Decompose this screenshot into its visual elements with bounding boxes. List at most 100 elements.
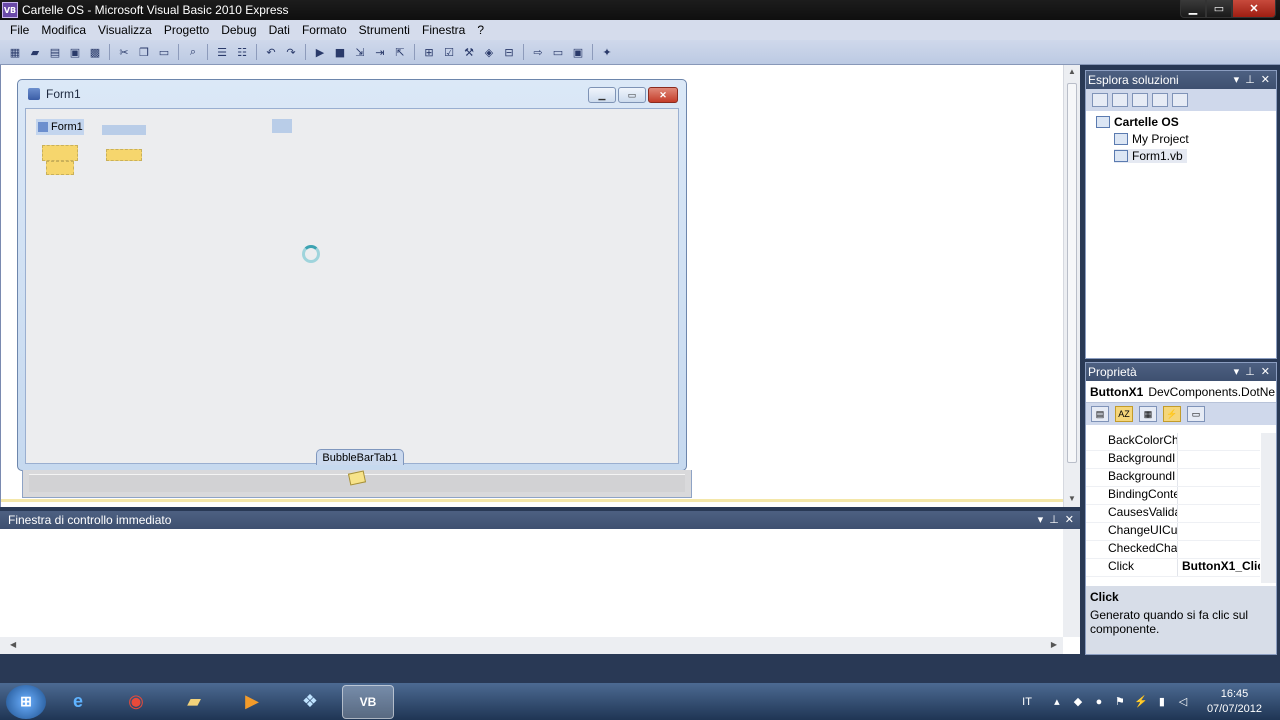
pin-icon[interactable]: ⊥ — [1245, 365, 1255, 378]
scrollbar-thumb[interactable] — [1067, 83, 1077, 463]
chrome-icon[interactable]: ◉ — [110, 685, 162, 719]
view-code-icon[interactable] — [1152, 93, 1168, 107]
close-icon[interactable]: ✕ — [1065, 513, 1074, 526]
error-list-icon[interactable]: ⊟ — [500, 43, 518, 61]
alphabetical-icon[interactable]: AZ — [1115, 406, 1133, 422]
volume-icon[interactable]: ◁ — [1176, 695, 1190, 709]
close-icon[interactable]: ✕ — [1261, 365, 1270, 378]
signal-icon[interactable]: ▮ — [1155, 695, 1169, 709]
close-button[interactable]: ✕ — [1232, 0, 1276, 18]
scroll-down-icon[interactable]: ▼ — [1068, 494, 1076, 503]
add-item-icon[interactable]: ▤ — [46, 43, 64, 61]
cut-icon[interactable]: ✂ — [115, 43, 133, 61]
property-value[interactable]: ButtonX1_Click — [1178, 559, 1260, 576]
designer-scrollbar[interactable]: ▲ ▼ — [1063, 65, 1080, 507]
bubble-button[interactable] — [106, 149, 142, 161]
bubble-button[interactable] — [42, 145, 78, 161]
tray-app-icon[interactable]: ● — [1092, 695, 1106, 709]
scroll-up-icon[interactable]: ▲ — [1068, 67, 1076, 76]
step-into-icon[interactable]: ⇲ — [351, 43, 369, 61]
refresh-icon[interactable] — [1132, 93, 1148, 107]
property-value[interactable] — [1178, 523, 1260, 540]
form-close-button[interactable]: ✕ — [648, 87, 678, 103]
immediate-hscroll[interactable]: ◀ ▶ — [0, 637, 1063, 654]
property-value[interactable] — [1178, 433, 1260, 450]
menu-modifica[interactable]: Modifica — [35, 23, 92, 37]
menu-help[interactable]: ? — [471, 23, 490, 37]
menu-file[interactable]: File — [4, 23, 35, 37]
menu-progetto[interactable]: Progetto — [158, 23, 215, 37]
menu-dati[interactable]: Dati — [263, 23, 296, 37]
immediate-icon[interactable]: ⇨ — [529, 43, 547, 61]
property-value[interactable] — [1178, 487, 1260, 504]
form1-component[interactable]: Form1 — [36, 119, 84, 135]
internet-explorer-icon[interactable]: e — [52, 685, 104, 719]
tray-app-icon[interactable]: ◆ — [1071, 695, 1085, 709]
stop-icon[interactable]: ■ — [331, 43, 349, 61]
step-over-icon[interactable]: ⇥ — [371, 43, 389, 61]
output-icon[interactable]: ▭ — [549, 43, 567, 61]
visual-basic-icon[interactable]: VB — [342, 684, 394, 719]
property-row[interactable]: BindingConte — [1086, 487, 1260, 505]
tree-item-form1[interactable]: Form1.vb — [1114, 149, 1187, 163]
events-icon[interactable]: ⚡ — [1163, 406, 1181, 422]
form-maximize-button[interactable]: ▭ — [618, 87, 646, 103]
property-row[interactable]: BackgroundI — [1086, 469, 1260, 487]
menu-strumenti[interactable]: Strumenti — [353, 23, 416, 37]
object-browser-icon[interactable]: ◈ — [480, 43, 498, 61]
breakpoint-icon[interactable]: ✦ — [598, 43, 616, 61]
immediate-vscroll[interactable] — [1063, 529, 1080, 637]
properties-icon[interactable]: ☑ — [440, 43, 458, 61]
undo-icon[interactable]: ↶ — [262, 43, 280, 61]
tray-flag-icon[interactable]: ⚑ — [1113, 695, 1127, 709]
start-debug-icon[interactable]: ▶ — [311, 43, 329, 61]
dropdown-icon[interactable]: ▾ — [1234, 73, 1240, 86]
language-indicator[interactable]: IT — [1022, 696, 1032, 708]
show-all-files-icon[interactable] — [1112, 93, 1128, 107]
command-icon[interactable]: ▣ — [569, 43, 587, 61]
open-icon[interactable]: ▰ — [26, 43, 44, 61]
properties-icon[interactable] — [1092, 93, 1108, 107]
form1-window[interactable]: Form1 ▁ ▭ ✕ Form1 BubbleBarTab1 — [17, 79, 687, 471]
toolbox-icon[interactable]: ⚒ — [460, 43, 478, 61]
bubble-bar-tab[interactable]: BubbleBarTab1 — [316, 449, 404, 465]
solution-explorer-icon[interactable]: ⊞ — [420, 43, 438, 61]
form1-client-area[interactable]: Form1 BubbleBarTab1 — [25, 108, 679, 465]
categorized-icon[interactable]: ▤ — [1091, 406, 1109, 422]
control-placeholder[interactable] — [272, 119, 292, 133]
immediate-window-body[interactable]: ◀ ▶ — [0, 529, 1080, 654]
control-placeholder[interactable] — [102, 125, 146, 135]
copy-icon[interactable]: ❐ — [135, 43, 153, 61]
menu-debug[interactable]: Debug — [215, 23, 262, 37]
property-row[interactable]: ChangeUICu — [1086, 523, 1260, 541]
property-value[interactable] — [1178, 505, 1260, 522]
save-icon[interactable]: ▣ — [66, 43, 84, 61]
pin-icon[interactable]: ⊥ — [1049, 513, 1059, 526]
menu-finestra[interactable]: Finestra — [416, 23, 471, 37]
properties-view-icon[interactable]: ▦ — [1139, 406, 1157, 422]
menu-formato[interactable]: Formato — [296, 23, 353, 37]
property-row[interactable]: ClickButtonX1_Click — [1086, 559, 1260, 577]
explorer-icon[interactable]: ▰ — [168, 685, 220, 719]
dropdown-icon[interactable]: ▾ — [1038, 513, 1044, 526]
property-grid-scrollbar[interactable] — [1261, 433, 1276, 583]
maximize-button[interactable]: ▭ — [1206, 0, 1232, 18]
save-all-icon[interactable]: ▩ — [86, 43, 104, 61]
find-icon[interactable]: ⌕ — [184, 43, 202, 61]
property-row[interactable]: CheckedChar — [1086, 541, 1260, 559]
outdent-icon[interactable]: ☷ — [233, 43, 251, 61]
bubble-bar[interactable] — [22, 470, 692, 498]
step-out-icon[interactable]: ⇱ — [391, 43, 409, 61]
property-pages-icon[interactable]: ▭ — [1187, 406, 1205, 422]
close-icon[interactable]: ✕ — [1261, 73, 1270, 86]
bubble-button[interactable] — [46, 161, 74, 175]
network-icon[interactable]: ❖ — [284, 685, 336, 719]
form-minimize-button[interactable]: ▁ — [588, 87, 616, 103]
new-project-icon[interactable]: ▦ — [6, 43, 24, 61]
property-value[interactable] — [1178, 541, 1260, 558]
scroll-right-icon[interactable]: ▶ — [1051, 640, 1057, 649]
property-value[interactable] — [1178, 451, 1260, 468]
property-value[interactable] — [1178, 469, 1260, 486]
redo-icon[interactable]: ↷ — [282, 43, 300, 61]
start-button[interactable]: ⊞ — [6, 684, 46, 719]
